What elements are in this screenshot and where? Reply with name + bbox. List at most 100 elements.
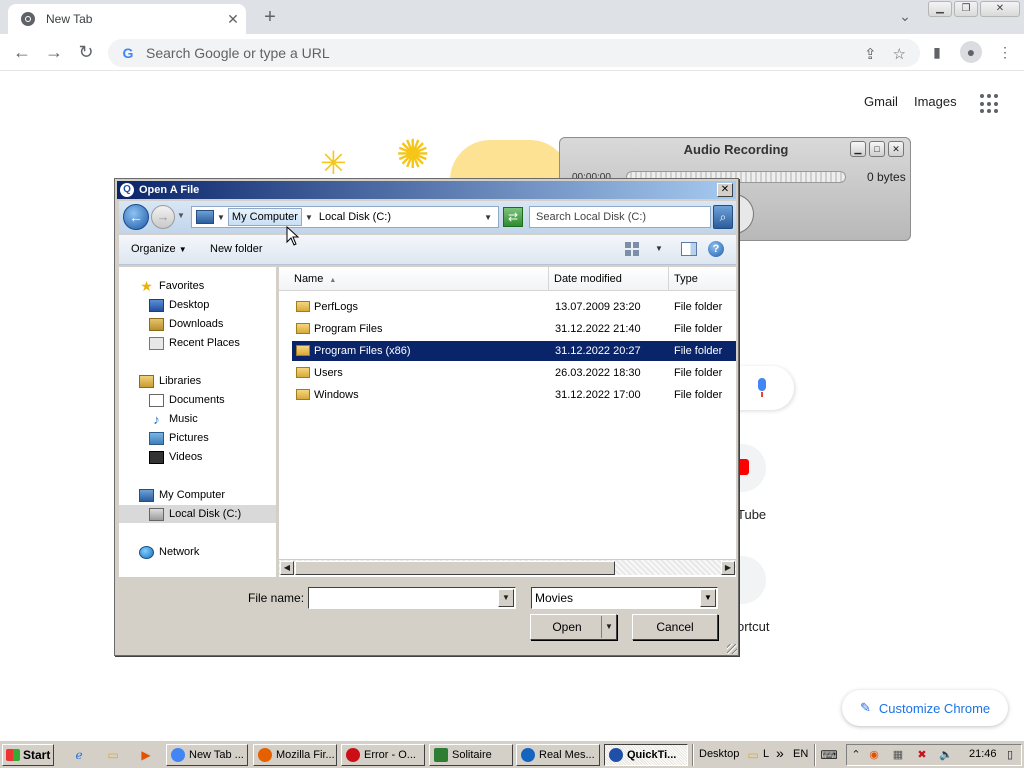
nav-item-desktop[interactable]: Desktop: [149, 296, 209, 314]
file-row-selected[interactable]: Program Files (x86) 31.12.2022 20:27 Fil…: [292, 341, 736, 361]
breadcrumb-my-computer[interactable]: My Computer: [227, 208, 302, 226]
desktop-toolbar-label[interactable]: Desktop: [699, 748, 739, 760]
tab-search-icon[interactable]: ⌄: [893, 8, 917, 26]
nav-item-local-disk[interactable]: Local Disk (C:): [119, 505, 276, 523]
column-header-name[interactable]: Name ▲: [279, 267, 549, 291]
nav-item-network[interactable]: Network: [139, 543, 199, 561]
nav-item-libraries[interactable]: Libraries: [139, 372, 201, 390]
keyboard-icon[interactable]: ⌨: [820, 746, 838, 764]
breadcrumb-chevron-icon[interactable]: ▼: [305, 213, 313, 222]
tray-alert-icon[interactable]: ✖: [915, 748, 929, 762]
tab-new-tab[interactable]: New Tab ✕: [8, 4, 246, 34]
tab-close-icon[interactable]: ✕: [220, 11, 246, 28]
omnibox[interactable]: G Search Google or type a URL ⇪ ☆: [108, 39, 920, 67]
audio-close-icon[interactable]: ✕: [888, 141, 904, 157]
back-icon[interactable]: ←: [123, 204, 149, 230]
task-opera-error[interactable]: Error - O...: [341, 744, 425, 766]
shortcut-youtube-label[interactable]: Tube: [737, 507, 766, 522]
start-button[interactable]: Start: [2, 744, 54, 766]
breadcrumb-local-disk[interactable]: Local Disk (C:): [319, 211, 391, 223]
shortcut-add-label[interactable]: ortcut: [737, 619, 770, 634]
tray-app-icon[interactable]: ◉: [867, 748, 881, 762]
file-type-dropdown-icon[interactable]: ▼: [700, 589, 716, 607]
task-firefox[interactable]: Mozilla Fir...: [253, 744, 337, 766]
view-options-icon[interactable]: [625, 242, 639, 256]
voice-search-icon[interactable]: [756, 378, 768, 398]
chevron-down-icon[interactable]: ▼: [217, 213, 225, 222]
file-row[interactable]: Program Files 31.12.2022 21:40 File fold…: [292, 319, 736, 339]
nav-item-downloads[interactable]: Downloads: [149, 315, 223, 333]
nav-item-favorites[interactable]: ★ Favorites: [139, 277, 204, 295]
file-type-select[interactable]: Movies ▼: [531, 587, 718, 609]
task-real-messenger[interactable]: Real Mes...: [516, 744, 600, 766]
address-bar[interactable]: ▼ My Computer ▼ Local Disk (C:) ▼: [191, 206, 499, 228]
nav-item-videos[interactable]: Videos: [149, 448, 202, 466]
customize-chrome-button[interactable]: ✎ Customize Chrome: [842, 690, 1008, 726]
audio-maximize-icon[interactable]: □: [869, 141, 885, 157]
task-quicktime[interactable]: QuickTi...: [604, 744, 688, 766]
file-row[interactable]: Windows 31.12.2022 17:00 File folder: [292, 385, 736, 405]
scroll-left-icon[interactable]: ◀: [280, 561, 294, 575]
tray-expand-icon[interactable]: ⌃: [849, 748, 863, 762]
preview-pane-icon[interactable]: [681, 242, 697, 256]
clock[interactable]: 21:46: [969, 748, 997, 760]
file-name-dropdown-icon[interactable]: ▼: [498, 589, 514, 607]
language-indicator[interactable]: EN: [793, 748, 808, 760]
scrollbar-thumb[interactable]: [295, 561, 615, 575]
dialog-close-icon[interactable]: ✕: [717, 183, 733, 197]
desktop-toolbar-more[interactable]: L: [763, 748, 769, 760]
media-quicklaunch-icon[interactable]: ▶: [137, 746, 155, 764]
volume-icon[interactable]: 🔈: [939, 748, 953, 762]
file-row[interactable]: Users 26.03.2022 18:30 File folder: [292, 363, 736, 383]
file-row[interactable]: PerfLogs 13.07.2009 23:20 File folder: [292, 297, 736, 317]
back-arrow-icon[interactable]: ←: [10, 41, 34, 65]
minimize-icon[interactable]: ▁: [928, 1, 952, 17]
restore-icon[interactable]: ❐: [954, 1, 978, 17]
refresh-icon[interactable]: ⇄: [503, 207, 523, 227]
toolbar-overflow-icon[interactable]: »: [776, 745, 784, 761]
dialog-titlebar[interactable]: Q Open A File ✕: [117, 181, 736, 199]
task-chrome[interactable]: New Tab ...: [166, 744, 248, 766]
images-link[interactable]: Images: [914, 94, 957, 109]
gmail-link[interactable]: Gmail: [864, 94, 898, 109]
horizontal-scrollbar[interactable]: ◀ ▶: [279, 559, 736, 575]
kebab-menu-icon[interactable]: ⋮: [994, 41, 1016, 63]
view-dropdown-icon[interactable]: ▼: [655, 244, 663, 253]
history-dropdown-icon[interactable]: ▼: [177, 211, 185, 220]
folder-quicklaunch-icon[interactable]: ▭: [104, 746, 122, 764]
share-icon[interactable]: ⇪: [864, 45, 877, 63]
google-apps-icon[interactable]: [980, 94, 1000, 114]
open-split-dropdown-icon[interactable]: ▼: [601, 616, 616, 638]
address-dropdown-icon[interactable]: ▼: [484, 213, 492, 222]
side-panel-icon[interactable]: ▮: [926, 41, 948, 63]
nav-item-music[interactable]: ♪ Music: [149, 410, 197, 428]
scroll-right-icon[interactable]: ▶: [721, 561, 735, 575]
nav-item-documents[interactable]: Documents: [149, 391, 225, 409]
resize-grip[interactable]: [727, 644, 737, 654]
nav-item-my-computer[interactable]: My Computer: [139, 486, 225, 504]
notification-icon[interactable]: ▯: [1003, 748, 1017, 762]
nav-item-pictures[interactable]: Pictures: [149, 429, 209, 447]
search-input[interactable]: Search Local Disk (C:): [529, 206, 711, 228]
new-folder-button[interactable]: New folder: [210, 243, 263, 255]
organize-button[interactable]: Organize ▼: [131, 243, 187, 255]
desktop-folder-icon[interactable]: ▭: [744, 746, 762, 764]
column-header-type[interactable]: Type: [669, 267, 736, 291]
window-close-icon[interactable]: ✕: [980, 1, 1020, 17]
bookmark-star-icon[interactable]: ☆: [893, 45, 906, 63]
forward-icon[interactable]: →: [151, 205, 175, 229]
google-doodle[interactable]: [450, 140, 570, 180]
profile-avatar-icon[interactable]: ●: [960, 41, 982, 63]
reload-icon[interactable]: ↻: [74, 41, 98, 65]
audio-minimize-icon[interactable]: ▁: [850, 141, 866, 157]
nav-item-recent-places[interactable]: Recent Places: [149, 334, 240, 352]
ie-quicklaunch-icon[interactable]: ℯ: [70, 746, 88, 764]
help-icon[interactable]: ?: [708, 241, 724, 257]
file-name-input[interactable]: ▼: [308, 587, 516, 609]
cancel-button[interactable]: Cancel: [632, 614, 718, 640]
column-header-date[interactable]: Date modified: [549, 267, 669, 291]
forward-arrow-icon[interactable]: →: [42, 41, 66, 65]
search-icon[interactable]: ⌕: [713, 205, 733, 229]
new-tab-button[interactable]: +: [258, 6, 282, 28]
tray-network-icon[interactable]: ▦: [891, 748, 905, 762]
